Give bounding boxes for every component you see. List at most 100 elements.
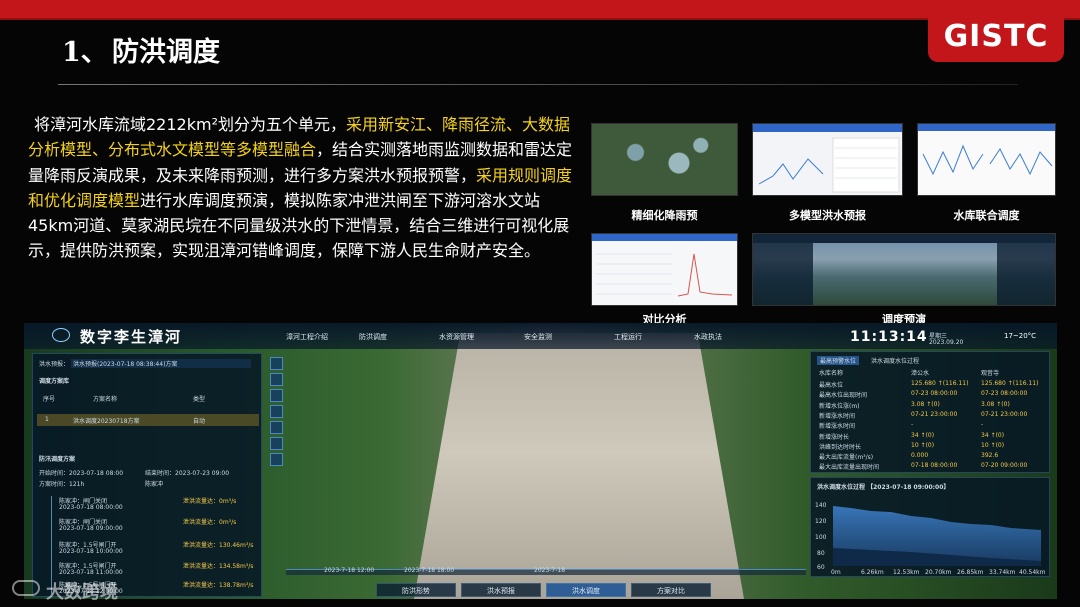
- warning-row-3-col-3: 3.08 ↑(0): [981, 400, 1010, 408]
- dashboard-logo-icon: [52, 328, 70, 342]
- warning-row-8-col-2: 0.000: [911, 452, 929, 460]
- warning-row-3-col-2: 3.08 ↑(0): [911, 400, 940, 408]
- dashboard-title: 数字李生漳河: [80, 328, 183, 346]
- plan-row-name: 洪水调度20230718方案: [73, 418, 140, 425]
- col-type: 类型: [193, 396, 206, 403]
- tab-max-warning[interactable]: 最高预警水位: [817, 356, 860, 365]
- thumbnail-label-reservoir: 水库联合调度: [953, 209, 1020, 222]
- title-divider: [58, 84, 1018, 85]
- warning-row-6-col-1: 新增涨时长: [819, 433, 850, 441]
- warning-row-8-col-1: 最大出库流量(m³/s): [819, 454, 874, 462]
- water-level-chart: [833, 506, 1041, 566]
- digital-twin-dashboard: 数字李生漳河 漳河工程介绍 防洪调度 水资源管理 安全监测 工程运行 水政执法 …: [24, 323, 1057, 599]
- event-3-flow: 泄洪流量达：130.46m³/s: [183, 542, 254, 549]
- tab-plan-compare[interactable]: 方案对比: [631, 583, 711, 597]
- warning-row-1-col-2: 125.680 ↑(116.11): [911, 380, 969, 387]
- tool-star-icon[interactable]: [270, 437, 283, 450]
- tab-flood-dispatch[interactable]: 洪水调度: [546, 583, 626, 597]
- event-3-time: 2023-07-18 10:00:00: [59, 548, 123, 555]
- watermark: 大数跨境: [12, 578, 118, 604]
- warning-row-5-col-3: -: [981, 421, 984, 429]
- col-zhanggong: 漳公水: [911, 370, 930, 377]
- tool-location-icon[interactable]: [270, 389, 283, 402]
- warning-row-4-col-1: 新增涨水时间: [819, 412, 856, 420]
- warning-row-1-col-3: 125.680 ↑(116.11): [981, 380, 1039, 387]
- flood-plan-heading: 防汛调度方案: [39, 456, 76, 463]
- plan-gate-name: 陈家冲: [145, 481, 164, 488]
- x-tick-0: 0m: [831, 569, 841, 576]
- warning-row-9-col-3: 07-20 09:00:00: [981, 462, 1028, 470]
- nav-item-operation[interactable]: 工程运行: [614, 332, 642, 342]
- thumbnail-rain-forecast: [591, 123, 738, 196]
- left-plan-panel: 洪水预报： 洪水预报(2023-07-18 08:38:44)方案 调度方案库 …: [32, 353, 262, 597]
- plan-row-selected[interactable]: [37, 414, 259, 426]
- col-plan-name: 方案名称: [93, 396, 118, 403]
- warning-row-2-col-3: 07-23 08:00:00: [981, 390, 1028, 398]
- event-2-time: 2023-07-18 09:00:00: [59, 525, 123, 532]
- tab-level-process[interactable]: 洪水调度水位过程: [871, 356, 919, 365]
- plan-start-time: 开始时间：2023-07-18 08:00: [39, 470, 124, 477]
- warning-row-7-col-2: 10 ↑(0): [911, 441, 935, 449]
- right-warning-panel: 最高预警水位 洪水调度水位过程 水库名称 漳公水 观音寺 最高水位 125.680…: [810, 351, 1050, 473]
- tool-eye-icon[interactable]: [270, 405, 283, 418]
- warning-row-1-col-1: 最高水位: [819, 382, 844, 389]
- col-reservoir: 水库名称: [819, 370, 844, 377]
- thumbnail-label-rain: 精细化降雨预: [631, 209, 698, 222]
- event-1-time: 2023-07-18 08:00:00: [59, 504, 123, 511]
- slide-title: 防洪调度: [112, 37, 220, 68]
- y-tick-100: 100: [815, 534, 827, 541]
- timeline-label-1: 2023-7-18 12:00: [324, 567, 375, 574]
- thumbnail-flood-forecast: [752, 123, 903, 196]
- x-tick-1: 6.26km: [861, 569, 884, 576]
- thumbnail-label-flood: 多模型洪水预报: [789, 209, 866, 222]
- x-tick-3: 20.70km: [925, 569, 952, 576]
- warning-row-2-col-2: 07-23 08:00:00: [911, 390, 958, 398]
- event-4-time: 2023-07-18 11:00:00: [59, 569, 123, 576]
- tool-expand-icon[interactable]: [270, 453, 283, 466]
- thumbnail-dispatch-preview: [752, 233, 1056, 306]
- warning-row-5-col-2: -: [911, 421, 914, 429]
- dashboard-date: 2023.09.20: [929, 339, 964, 346]
- tool-search-icon[interactable]: [270, 373, 283, 386]
- warning-row-6-col-3: 34 ↑(0): [981, 431, 1005, 439]
- logo-text: GISTC: [943, 18, 1049, 54]
- y-tick-80: 80: [817, 550, 825, 557]
- description-paragraph: 将漳河水库流域2212km²划分为五个单元，采用新安江、降雨径流、大数据分析模型…: [28, 112, 576, 264]
- watermark-text: 大数跨境: [46, 582, 118, 603]
- nav-item-flood[interactable]: 防洪调度: [359, 332, 387, 342]
- tool-cloud-icon[interactable]: [270, 421, 283, 434]
- col-guanyinsi: 观音寺: [981, 370, 1000, 377]
- x-tick-4: 26.85km: [957, 569, 984, 576]
- thumbnail-reservoir-joint: [917, 123, 1056, 196]
- timeline-label-2: 2023-7-18 18:00: [404, 567, 455, 574]
- nav-item-intro[interactable]: 漳河工程介绍: [286, 332, 328, 342]
- warning-row-9-col-2: 07-18 08:00:00: [911, 462, 958, 470]
- tab-flood-forecast[interactable]: 洪水预报: [461, 583, 541, 597]
- warning-row-2-col-1: 最高水位出现时间: [819, 392, 868, 400]
- x-tick-5: 33.74km: [989, 569, 1016, 576]
- watermark-icon: [12, 580, 40, 596]
- dashboard-temperature: 17~20°C: [1004, 332, 1037, 340]
- warning-row-7-col-1: 洪峰到达时时长: [819, 443, 862, 451]
- y-tick-140: 140: [815, 502, 827, 509]
- slide-title-number: 1、: [62, 37, 108, 68]
- warning-row-6-col-2: 34 ↑(0): [911, 431, 935, 439]
- nav-item-safety[interactable]: 安全监测: [524, 332, 552, 342]
- tab-flood-situation[interactable]: 防洪形势: [376, 583, 456, 597]
- event-4-flow: 泄洪流量达：134.58m³/s: [183, 563, 254, 570]
- dam-spillway-image: [414, 333, 744, 599]
- tool-list-icon[interactable]: [270, 357, 283, 370]
- plan-library-heading: 调度方案库: [39, 378, 70, 385]
- event-2-flow: 泄洪流量达：0m³/s: [183, 519, 237, 526]
- forecast-select[interactable]: 洪水预报(2023-07-18 08:38:44)方案: [71, 359, 251, 368]
- nav-item-law[interactable]: 水政执法: [694, 332, 722, 342]
- plan-row-index: 1: [45, 416, 49, 423]
- top-red-bar-shadow: [0, 18, 1080, 20]
- para-part-1: 将漳河水库流域2212km²划分为五个单元，: [34, 115, 346, 134]
- warning-row-3-col-1: 新增水位涨(m): [819, 402, 860, 410]
- timeline-label-3: 2023-7-18: [534, 567, 566, 574]
- nav-item-water[interactable]: 水资源管理: [439, 332, 474, 342]
- event-1-flow: 泄洪流量达：0m³/s: [183, 498, 237, 505]
- dashboard-clock: 11:13:14: [850, 329, 928, 345]
- event-5-flow: 泄洪流量达：138.78m³/s: [183, 582, 254, 589]
